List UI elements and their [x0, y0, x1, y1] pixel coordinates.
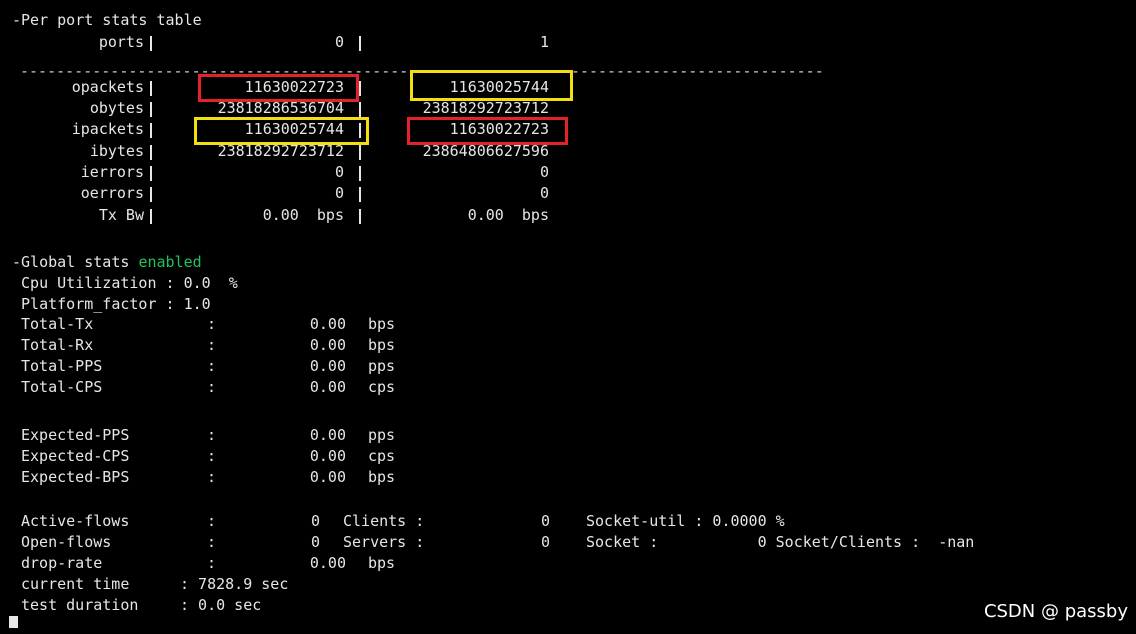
test-duration-label: test duration	[21, 596, 139, 614]
stat-unit: cps	[368, 378, 396, 396]
active-flows-value: 0	[310, 512, 320, 530]
port-0-value: 23818292723712	[217, 142, 344, 160]
stat-label: Expected-BPS	[21, 468, 130, 486]
stat-label: Total-PPS	[21, 357, 103, 375]
row-label: oerrors	[80, 184, 144, 202]
port-0-value: 0.00 bps	[262, 206, 344, 224]
row-label: ibytes	[89, 142, 144, 160]
colon: :	[207, 447, 217, 465]
clients-value: 0	[540, 512, 550, 530]
port-1-value: 11630025744	[449, 78, 549, 96]
current-time-value: : 7828.9 sec	[180, 575, 289, 593]
servers-value: 0	[540, 533, 550, 551]
port-stats-heading: -Per port stats table	[12, 11, 202, 29]
stat-unit: bps	[368, 336, 396, 354]
row-label: ierrors	[80, 163, 144, 181]
global-stats-status: enabled	[138, 253, 202, 271]
row-label: opackets	[71, 78, 144, 96]
port-1-value: 23818292723712	[422, 99, 549, 117]
open-flows-value: 0	[310, 533, 320, 551]
colon: :	[207, 533, 217, 551]
servers-label: Servers :	[343, 533, 425, 551]
stat-label: Expected-PPS	[21, 426, 130, 444]
stat-unit: pps	[368, 357, 396, 375]
global-stats-title: -Global stats	[12, 253, 139, 271]
port-1-value: 23864806627596	[422, 142, 549, 160]
test-duration-value: : 0.0 sec	[180, 596, 262, 614]
ports-header-label: ports	[98, 33, 144, 51]
colon: :	[207, 315, 217, 333]
port-0-value: 0	[334, 163, 344, 181]
current-time-label: current time	[21, 575, 130, 593]
colon: :	[207, 426, 217, 444]
stat-label: Total-CPS	[21, 378, 103, 396]
clients-label: Clients :	[343, 512, 425, 530]
stat-unit: cps	[368, 447, 396, 465]
port-0-value: 23818286536704	[217, 99, 344, 117]
row-label: Tx Bw	[98, 206, 144, 224]
cpu-utilization: Cpu Utilization : 0.0 %	[12, 274, 238, 292]
stat-unit: pps	[368, 426, 396, 444]
row-label: ipackets	[71, 120, 144, 138]
port-0-value: 11630022723	[244, 78, 344, 96]
socket-util: Socket-util : 0.0000 %	[586, 512, 785, 530]
active-flows-label: Active-flows	[21, 512, 130, 530]
open-flows-label: Open-flows	[21, 533, 112, 551]
stat-value: 0.00	[309, 378, 346, 396]
stat-value: 0.00	[309, 315, 346, 333]
colon: :	[207, 512, 217, 530]
watermark: CSDN @ passby	[983, 601, 1128, 622]
platform-factor: Platform_factor : 1.0	[12, 295, 211, 313]
port-1-value: 11630022723	[449, 120, 549, 138]
colon: :	[207, 336, 217, 354]
colon: :	[207, 554, 217, 572]
stat-value: 0.00	[309, 468, 346, 486]
stat-value: 0.00	[309, 426, 346, 444]
global-stats-heading: -Global stats enabled	[12, 252, 202, 272]
colon: :	[207, 378, 217, 396]
drop-rate-label: drop-rate	[21, 554, 103, 572]
stat-value: 0.00	[309, 447, 346, 465]
port-0-value: 0	[334, 184, 344, 202]
drop-rate-unit: bps	[368, 554, 396, 572]
port-1-value: 0	[539, 163, 549, 181]
port-1-value: 0	[539, 184, 549, 202]
stat-label: Expected-CPS	[21, 447, 130, 465]
stat-unit: bps	[368, 315, 396, 333]
socket-clients: Socket : 0 Socket/Clients : -nan	[586, 533, 975, 551]
port-0-value: 11630025744	[244, 120, 344, 138]
port-0-header: 0	[334, 33, 344, 51]
port-1-header: 1	[539, 33, 549, 51]
stat-label: Total-Rx	[21, 336, 94, 354]
colon: :	[207, 357, 217, 375]
row-label: obytes	[89, 99, 144, 117]
terminal-window[interactable]: -Per port stats table ports 0 1 --------…	[0, 0, 1136, 634]
colon: :	[207, 468, 217, 486]
stat-label: Total-Tx	[21, 315, 94, 333]
port-1-value: 0.00 bps	[467, 206, 549, 224]
drop-rate-value: 0.00	[309, 554, 346, 572]
stat-value: 0.00	[309, 357, 346, 375]
stat-value: 0.00	[309, 336, 346, 354]
stat-unit: bps	[368, 468, 396, 486]
terminal-cursor	[9, 616, 18, 628]
